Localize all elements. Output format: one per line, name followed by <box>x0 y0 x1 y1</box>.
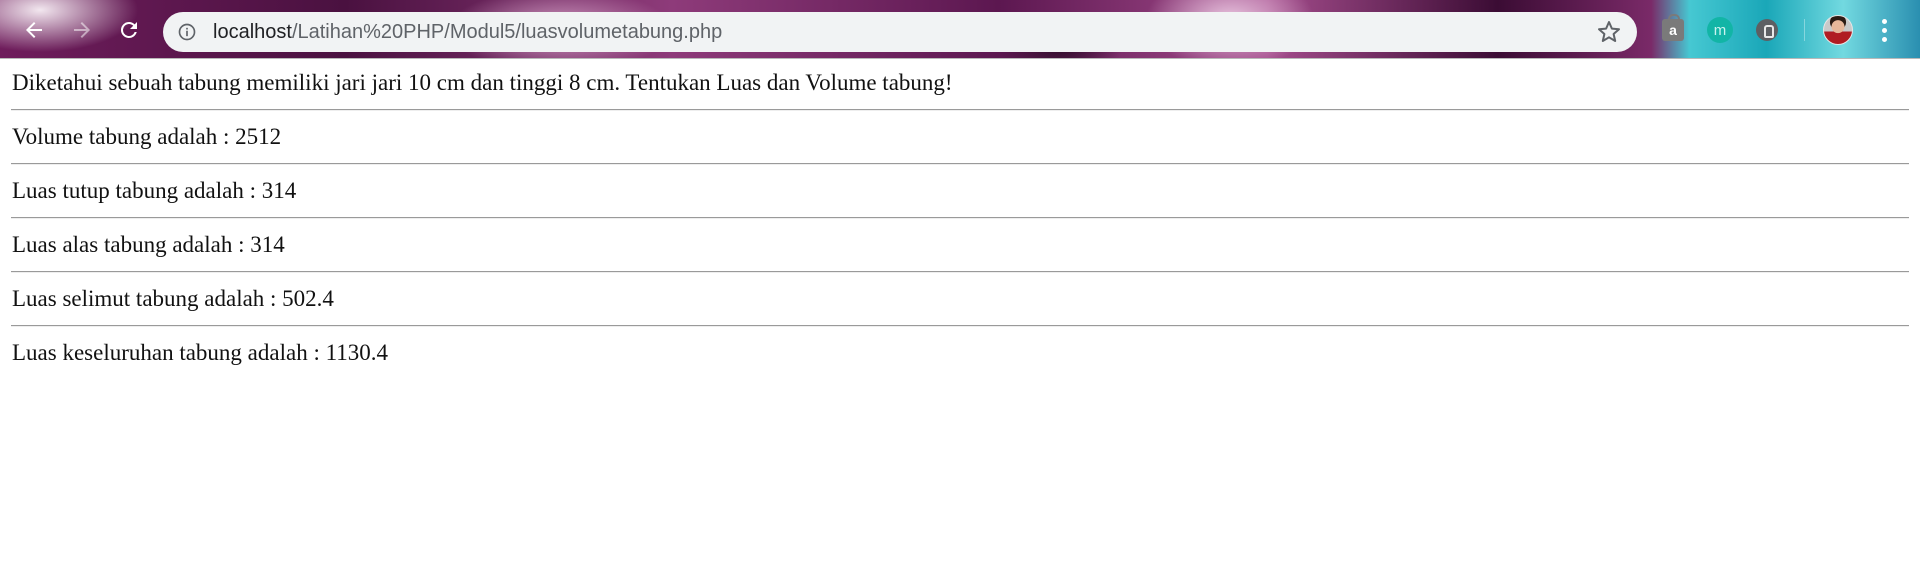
horizontal-rule <box>11 325 1909 327</box>
profile-avatar[interactable] <box>1823 15 1853 45</box>
forward-button[interactable] <box>63 11 101 49</box>
lightbulb-extension-icon[interactable] <box>1753 16 1781 44</box>
info-icon[interactable] <box>177 22 197 42</box>
dot-icon <box>1881 27 1887 33</box>
url-path: /Latihan%20PHP/Modul5/luasvolumetabung.p… <box>291 21 723 43</box>
arrow-left-icon <box>26 22 42 38</box>
address-bar[interactable]: localhost/Latihan%20PHP/Modul5/luasvolum… <box>163 12 1637 52</box>
lateral-area-result: Luas selimut tabung adalah : 502.4 <box>12 286 334 311</box>
reload-button[interactable] <box>110 11 148 49</box>
url-text[interactable]: localhost/Latihan%20PHP/Modul5/luasvolum… <box>213 21 722 43</box>
lid-area-result: Luas tutup tabung adalah : 314 <box>12 178 297 203</box>
m-circle-icon: m <box>1707 17 1733 43</box>
horizontal-rule <box>11 163 1909 165</box>
lightbulb-icon <box>1756 19 1778 41</box>
reload-icon <box>120 21 137 38</box>
arrow-right-icon <box>74 22 90 38</box>
total-area-result: Luas keseluruhan tabung adalah : 1130.4 <box>12 340 388 365</box>
more-menu-icon[interactable] <box>1872 16 1896 44</box>
bookmark-star-icon[interactable] <box>1597 20 1621 44</box>
toolbar-divider <box>1804 19 1805 41</box>
dot-icon <box>1881 18 1887 24</box>
m-extension-icon[interactable]: m <box>1706 16 1734 44</box>
base-area-result: Luas alas tabung adalah : 314 <box>12 232 285 257</box>
volume-result: Volume tabung adalah : 2512 <box>12 124 282 149</box>
back-button[interactable] <box>15 11 53 49</box>
browser-toolbar: localhost/Latihan%20PHP/Modul5/luasvolum… <box>0 0 1920 59</box>
shopping-bag-icon: a <box>1662 14 1684 41</box>
horizontal-rule <box>11 217 1909 219</box>
problem-statement: Diketahui sebuah tabung memiliki jari ja… <box>12 70 953 95</box>
shopping-bag-extension-icon[interactable]: a <box>1659 14 1687 44</box>
horizontal-rule <box>11 271 1909 273</box>
url-host: localhost <box>213 21 292 43</box>
horizontal-rule <box>11 109 1909 111</box>
dot-icon <box>1881 36 1887 42</box>
